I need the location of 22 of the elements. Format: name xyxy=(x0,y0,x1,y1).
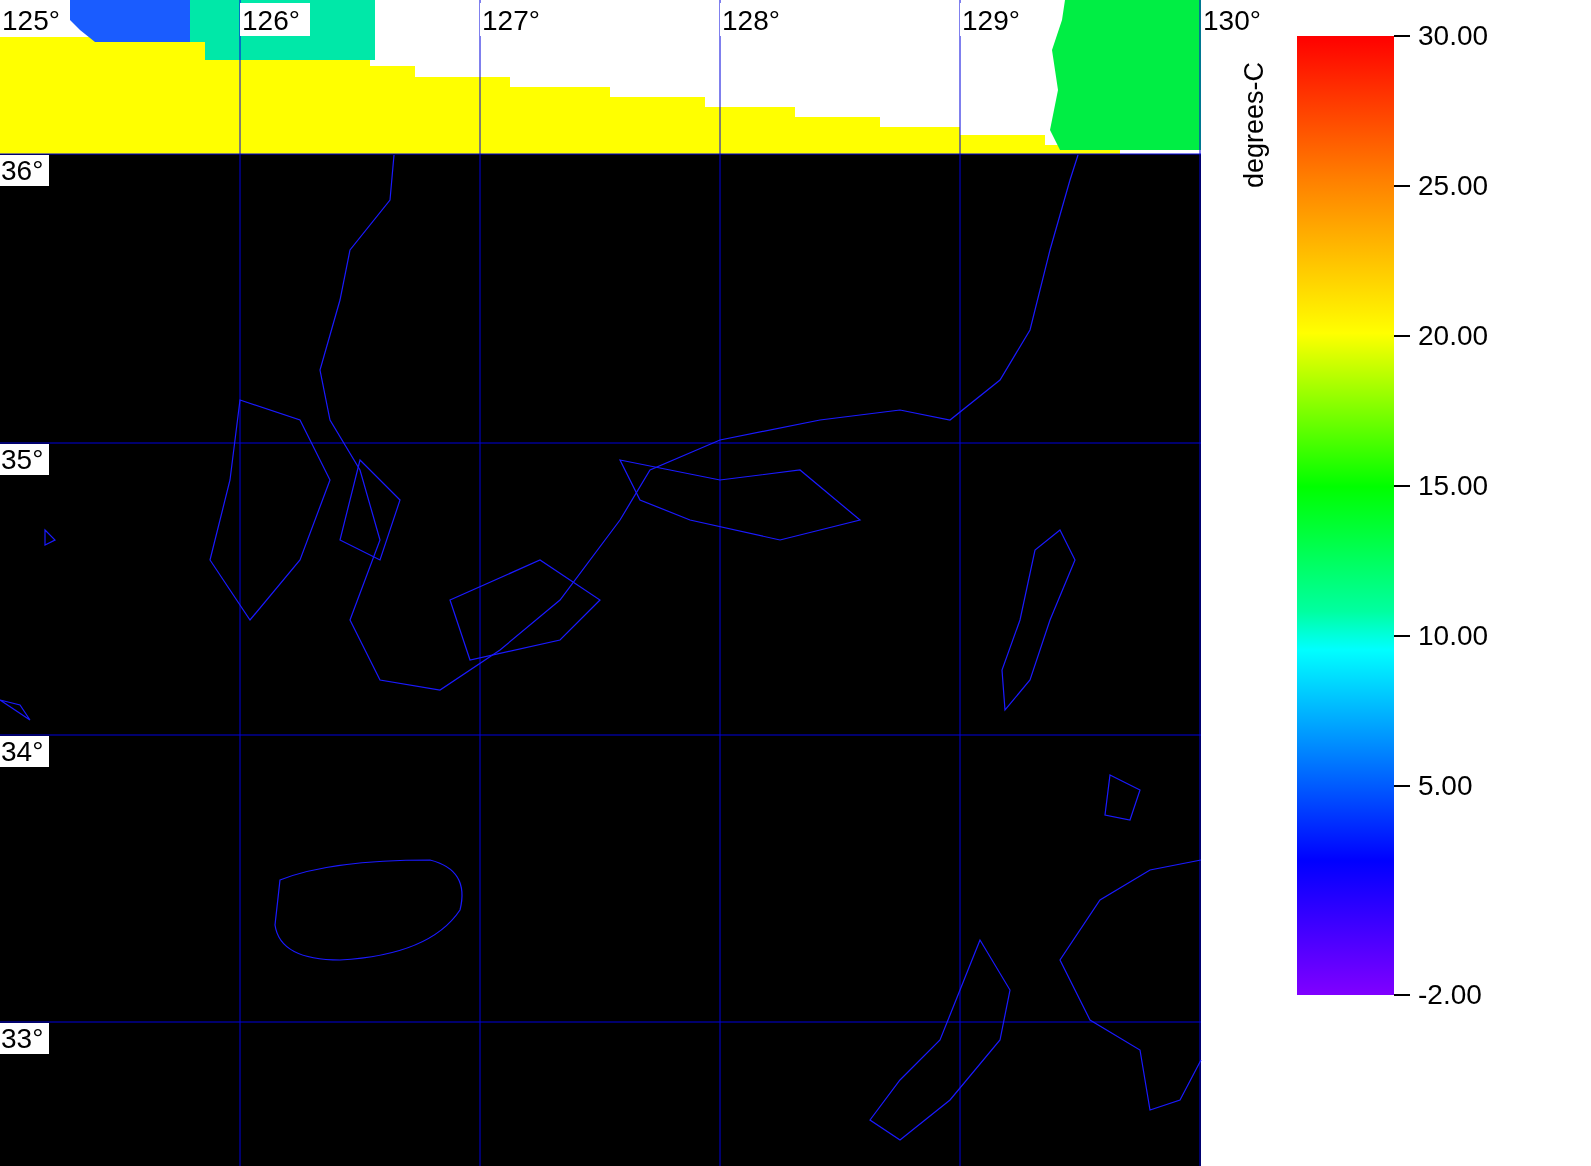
tick-mark xyxy=(1394,485,1410,487)
longitude-label: 130° xyxy=(1201,3,1271,36)
tick-label: 10.00 xyxy=(1418,620,1489,652)
longitude-label: 126° xyxy=(240,3,310,36)
tick-mark xyxy=(1394,35,1410,37)
tick-label: 30.00 xyxy=(1418,20,1489,52)
tick-mark xyxy=(1394,785,1410,787)
longitude-label: 125° xyxy=(0,3,70,36)
latitude-label: 33° xyxy=(0,1023,49,1054)
tick-label: 5.00 xyxy=(1418,770,1473,802)
tick-mark xyxy=(1394,635,1410,637)
colorbar-title: degrees-C xyxy=(1239,60,1270,188)
tick-label: 25.00 xyxy=(1418,170,1489,202)
tick-label: 20.00 xyxy=(1418,320,1489,352)
tick-label: -2.00 xyxy=(1418,979,1482,1011)
tick-label: 15.00 xyxy=(1418,470,1489,502)
latitude-label: 35° xyxy=(0,444,49,475)
latitude-label: 36° xyxy=(0,155,49,186)
tick-mark xyxy=(1394,185,1410,187)
tick-mark xyxy=(1394,994,1410,996)
tick-mark xyxy=(1394,335,1410,337)
latitude-label: 34° xyxy=(0,736,49,767)
